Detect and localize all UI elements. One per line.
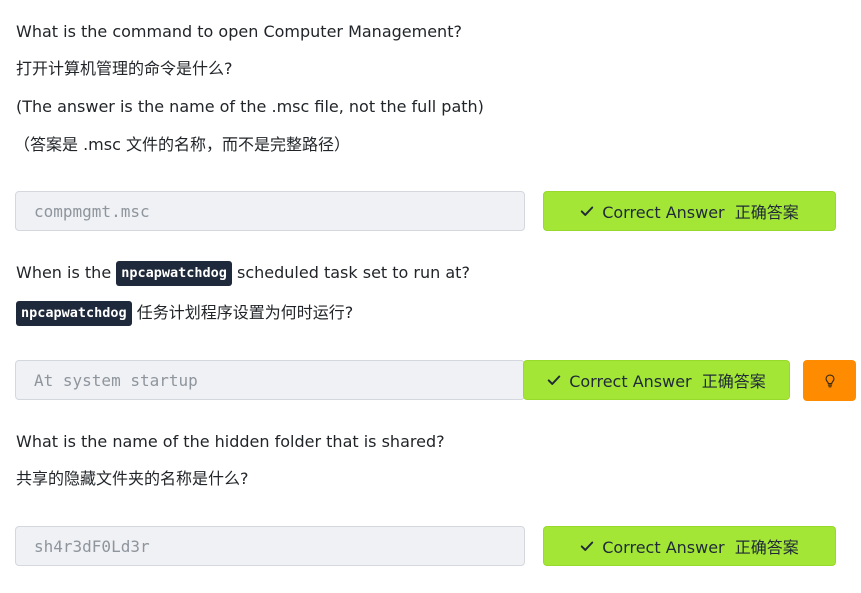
question-2-text-en: When is the npcapwatchdog scheduled task… (16, 261, 470, 286)
question-2-text-zh: npcapwatchdog 任务计划程序设置为何时运行? (16, 301, 353, 326)
question-1-correct-answer-button[interactable]: Correct Answer 正确答案 (543, 191, 836, 231)
check-icon (580, 206, 594, 216)
question-1-answer-input[interactable] (15, 191, 525, 231)
question-2-text-before: When is the (16, 263, 112, 282)
question-2-text-zh-after: 任务计划程序设置为何时运行? (136, 303, 354, 322)
check-icon (580, 541, 594, 551)
hint-button[interactable] (803, 360, 856, 401)
question-1-text-en: What is the command to open Computer Man… (16, 22, 462, 41)
task-name-code: npcapwatchdog (16, 301, 132, 326)
correct-answer-label: Correct Answer 正确答案 (602, 203, 799, 222)
question-3-answer-input[interactable] (15, 526, 525, 566)
lightbulb-icon (824, 373, 835, 387)
check-icon (547, 375, 561, 385)
question-1-note-zh: （答案是 .msc 文件的名称，而不是完整路径） (14, 135, 350, 154)
question-2-answer-input[interactable] (15, 360, 525, 400)
question-3-correct-answer-button[interactable]: Correct Answer 正确答案 (543, 526, 836, 566)
question-1-text-zh: 打开计算机管理的命令是什么? (16, 59, 233, 78)
question-3-text-zh: 共享的隐藏文件夹的名称是什么? (16, 469, 249, 488)
correct-answer-label: Correct Answer 正确答案 (569, 372, 766, 391)
question-2-correct-answer-button[interactable]: Correct Answer 正确答案 (523, 360, 790, 400)
question-1-note-en: (The answer is the name of the .msc file… (16, 97, 484, 116)
question-3-text-en: What is the name of the hidden folder th… (16, 432, 445, 451)
correct-answer-label: Correct Answer 正确答案 (602, 538, 799, 557)
task-name-code: npcapwatchdog (116, 261, 232, 286)
question-2-text-after: scheduled task set to run at? (237, 263, 470, 282)
